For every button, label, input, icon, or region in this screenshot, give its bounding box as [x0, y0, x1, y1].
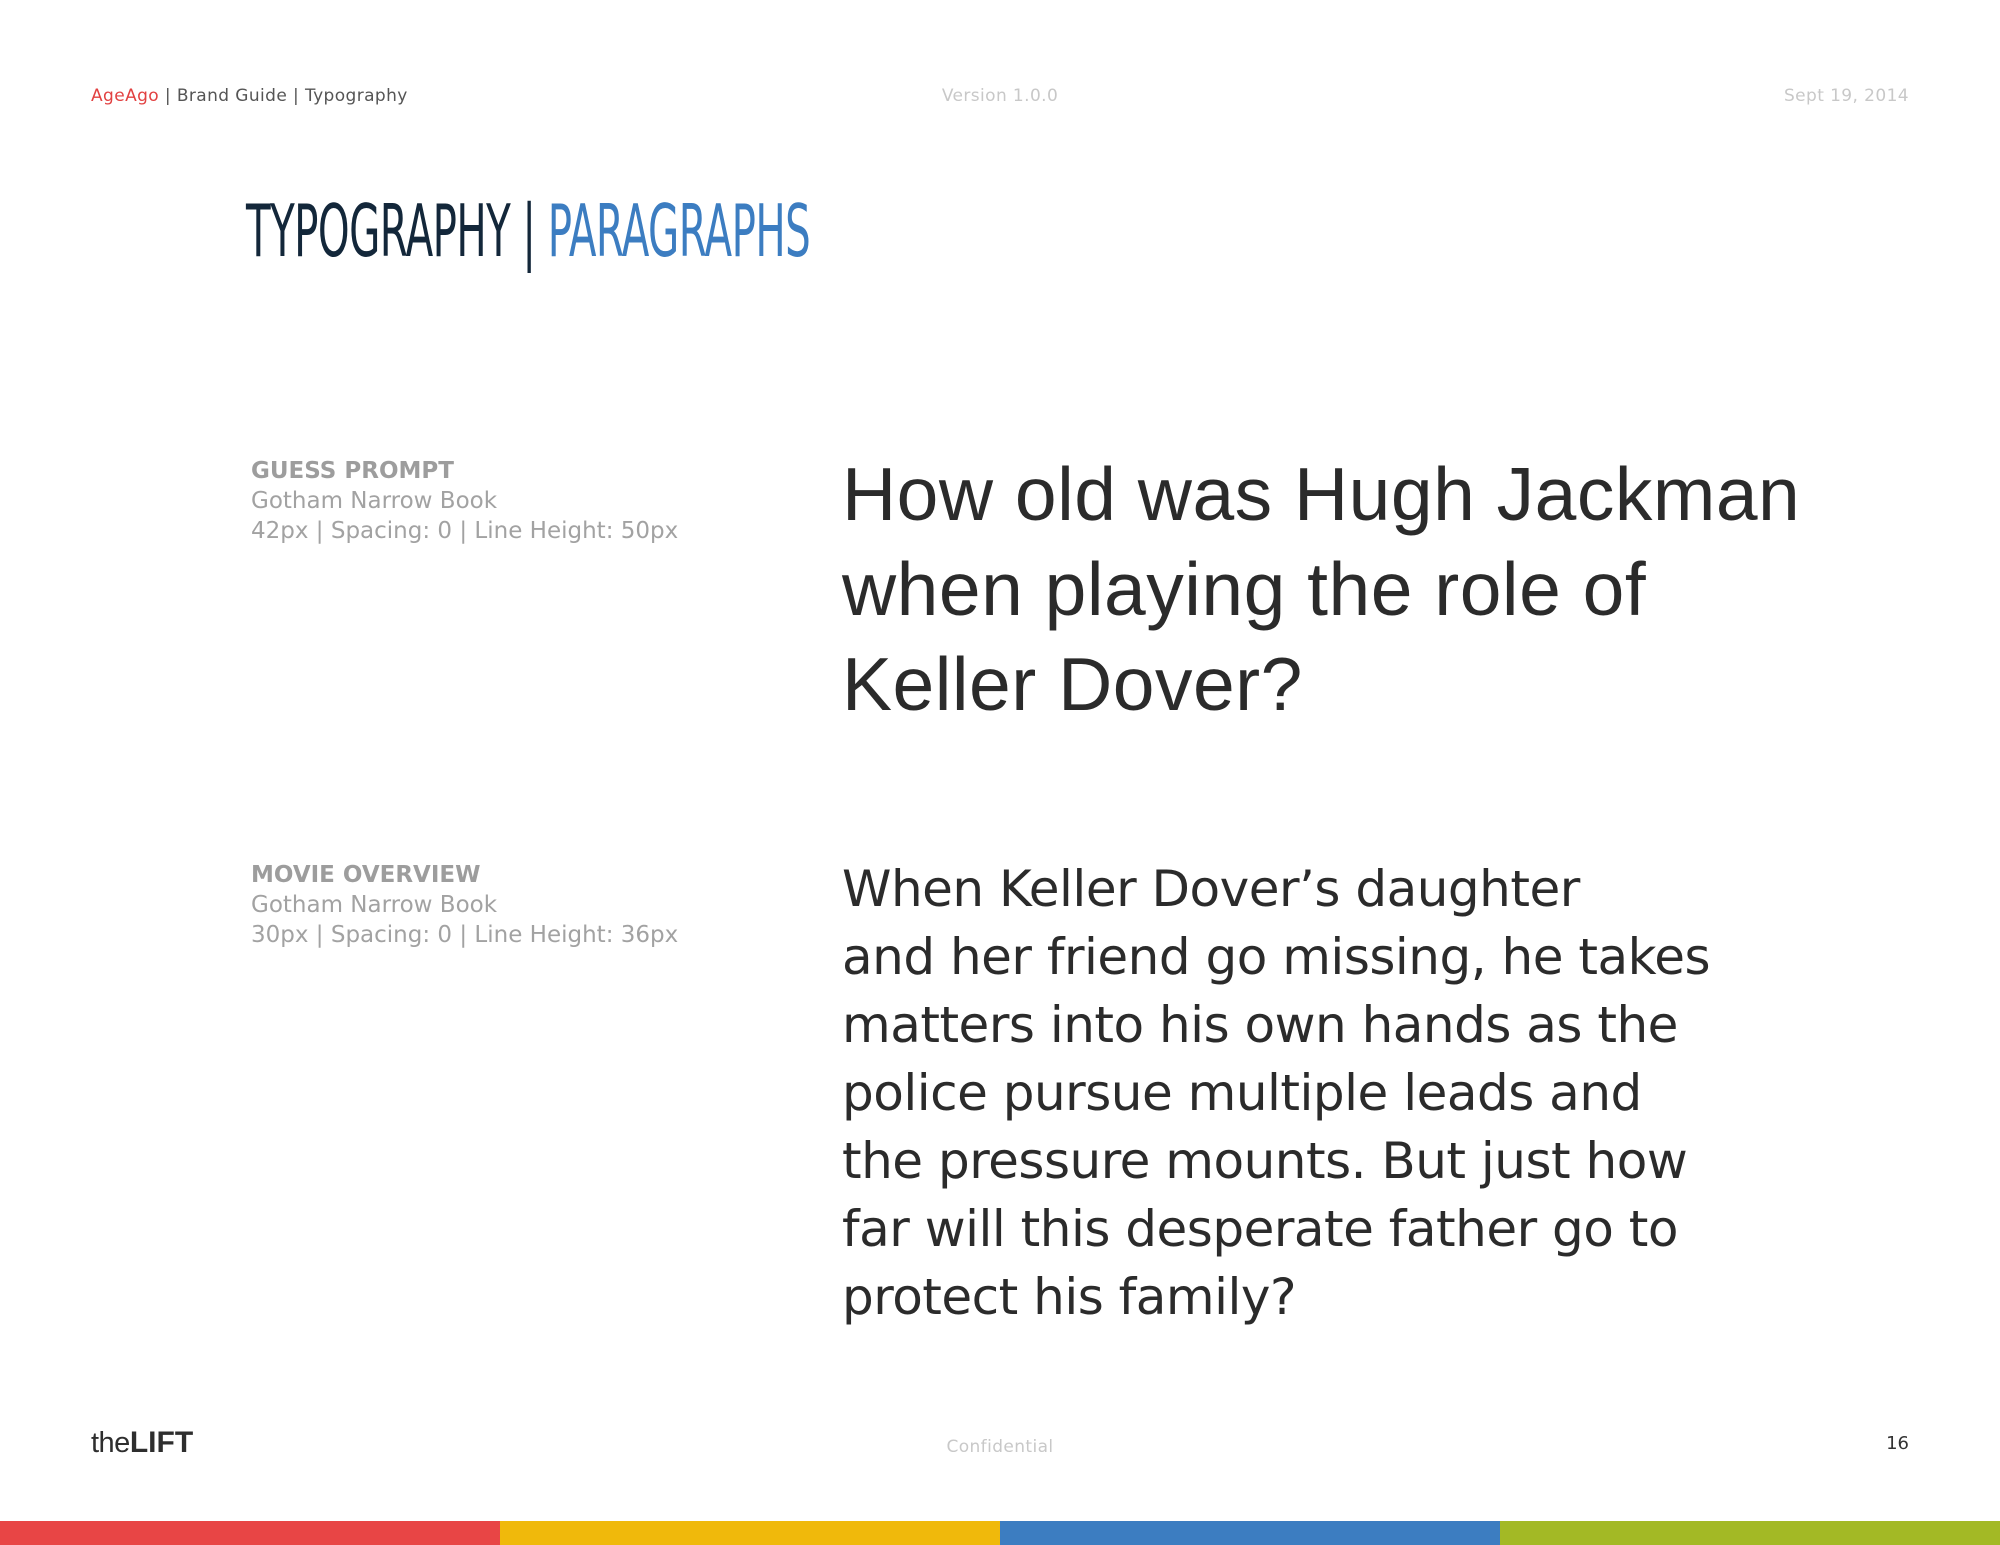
color-bar-green — [1500, 1521, 2000, 1545]
title-paragraphs: PARAGRAPHS — [547, 189, 811, 273]
sample-movie-overview: When Keller Dover’s daughter and her fri… — [842, 855, 1842, 1331]
footer-confidential: Confidential — [946, 1437, 1054, 1457]
sample-line: the pressure mounts. But just how — [842, 1132, 1688, 1190]
spec-name: MOVIE OVERVIEW — [251, 862, 481, 888]
sample-line: protect his family? — [842, 1268, 1297, 1326]
page-number: 16 — [1886, 1433, 1909, 1454]
page-header: AgeAgo | Brand Guide | Typography Versio… — [0, 86, 2000, 110]
title-separator: | — [510, 189, 548, 273]
header-version: Version 1.0.0 — [941, 86, 1059, 106]
sample-line: matters into his own hands as the — [842, 996, 1678, 1054]
sample-guess-prompt: How old was Hugh Jackman when playing th… — [842, 447, 1942, 732]
sample-line: far will this desperate father go to — [842, 1200, 1678, 1258]
spec-name: GUESS PROMPT — [251, 458, 454, 484]
spec-font: Gotham Narrow Book — [251, 488, 498, 514]
header-date: Sept 19, 2014 — [1783, 86, 1909, 106]
page-title: TYPOGRAPHY | PARAGRAPHS — [246, 186, 811, 276]
sample-line: and her friend go missing, he takes — [842, 928, 1711, 986]
spec-guess-prompt: GUESS PROMPT Gotham Narrow Book 42px | S… — [251, 456, 678, 546]
color-bar — [0, 1521, 2000, 1545]
spec-details: 42px | Spacing: 0 | Line Height: 50px — [251, 518, 679, 544]
spec-font: Gotham Narrow Book — [251, 892, 498, 918]
title-typography: TYPOGRAPHY — [246, 189, 511, 273]
color-bar-red — [0, 1521, 500, 1545]
sample-line: How old was Hugh Jackman — [842, 452, 1801, 536]
sample-line: police pursue multiple leads and — [842, 1064, 1642, 1122]
sample-line: When Keller Dover’s daughter — [842, 860, 1580, 918]
spec-movie-overview: MOVIE OVERVIEW Gotham Narrow Book 30px |… — [251, 860, 678, 950]
sample-line: when playing the role of — [842, 547, 1647, 631]
color-bar-yellow — [500, 1521, 1000, 1545]
sample-line: Keller Dover? — [842, 642, 1303, 726]
color-bar-blue — [1000, 1521, 1500, 1545]
spec-details: 30px | Spacing: 0 | Line Height: 36px — [251, 922, 679, 948]
